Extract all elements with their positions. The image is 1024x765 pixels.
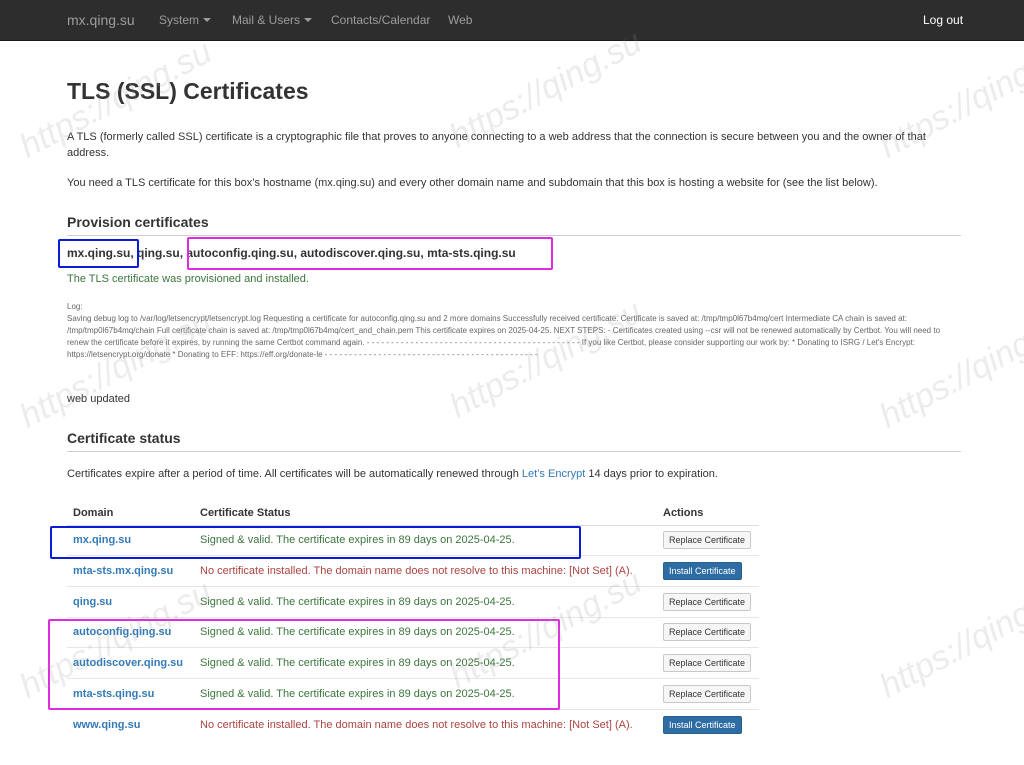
actions-cell: Replace Certificate [657,677,759,710]
hostname-paragraph: You need a TLS certificate for this box’… [67,177,878,189]
certificate-status: Signed & valid. The certificate expires … [194,616,657,648]
table-row: mta-sts.mx.qing.su No certificate instal… [67,555,759,587]
replace-certificate-button[interactable]: Replace Certificate [663,592,752,611]
domain-link[interactable]: qing.su [67,585,194,618]
list-separator: , [130,246,138,260]
certificate-table: Domain Certificate Status Actions mx.qin… [67,501,759,740]
certificate-status: No certificate installed. The domain nam… [194,708,657,740]
nav-contacts-calendar[interactable]: Contacts/Calendar [331,13,430,27]
renewal-description-text: 14 days prior to expiration. [585,468,718,480]
provision-domain: qing.su [137,246,180,260]
page-title: TLS (SSL) Certificates [67,78,309,104]
provision-domain: mx.qing.su [67,246,131,260]
provision-domain-list: mx.qing.su, qing.su, autoconfig.qing.su,… [67,246,516,260]
actions-cell: Install Certificate [657,708,759,740]
replace-certificate-button[interactable]: Replace Certificate [663,531,752,550]
install-certificate-button[interactable]: Install Certificate [663,715,742,734]
provision-domain: autodiscover.qing.su [300,246,421,260]
column-header-domain: Domain [67,501,194,526]
domain-link[interactable]: www.qing.su [67,708,194,740]
renewal-description-text: Certificates expire after a period of ti… [67,468,522,480]
nav-web[interactable]: Web [448,13,472,27]
table-header-row: Domain Certificate Status Actions [67,501,759,526]
provision-heading: Provision certificates [67,214,961,236]
chevron-down-icon [203,18,212,22]
brand-link[interactable]: mx.qing.su [67,12,135,28]
install-certificate-button[interactable]: Install Certificate [663,562,742,581]
table-row: qing.su Signed & valid. The certificate … [67,585,759,618]
actions-cell: Replace Certificate [657,585,759,618]
actions-cell: Replace Certificate [657,647,759,679]
table-row: www.qing.su No certificate installed. Th… [67,708,759,740]
certificate-status: No certificate installed. The domain nam… [194,555,657,587]
domain-link[interactable]: autodiscover.qing.su [67,647,194,679]
chevron-down-icon [304,18,313,22]
nav-system-menu[interactable]: System [159,13,212,27]
logout-link[interactable]: Log out [923,13,963,27]
renewal-description: Certificates expire after a period of ti… [67,466,962,482]
table-row: mta-sts.qing.su Signed & valid. The cert… [67,677,759,710]
certificate-status: Signed & valid. The certificate expires … [194,647,657,679]
nav-mail-users-menu[interactable]: Mail & Users [232,13,313,27]
lets-encrypt-link[interactable]: Let’s Encrypt [522,468,585,480]
table-row: autoconfig.qing.su Signed & valid. The c… [67,616,759,648]
top-navbar: mx.qing.su System Mail & Users Contacts/… [0,0,1024,41]
provision-domain: autoconfig.qing.su [186,246,294,260]
actions-cell: Replace Certificate [657,616,759,648]
certificate-status-heading: Certificate status [67,430,961,452]
table-row: mx.qing.su Signed & valid. The certifica… [67,524,759,556]
log-label: Log: [67,302,83,311]
provision-domain: mta-sts.qing.su [427,246,516,260]
certificate-status: Signed & valid. The certificate expires … [194,677,657,710]
domain-link[interactable]: mta-sts.mx.qing.su [67,555,194,587]
domain-link[interactable]: mta-sts.qing.su [67,677,194,710]
intro-paragraph: A TLS (formerly called SSL) certificate … [67,131,926,159]
nav-system-label: System [159,13,200,27]
web-updated-message: web updated [67,393,130,405]
domain-link[interactable]: mx.qing.su [67,524,194,556]
domain-link[interactable]: autoconfig.qing.su [67,616,194,648]
actions-cell: Replace Certificate [657,524,759,556]
certificate-status: Signed & valid. The certificate expires … [194,524,657,556]
table-row: autodiscover.qing.su Signed & valid. The… [67,647,759,679]
actions-cell: Install Certificate [657,555,759,587]
replace-certificate-button[interactable]: Replace Certificate [663,654,752,673]
column-header-actions: Actions [657,501,759,526]
certificate-status: Signed & valid. The certificate expires … [194,585,657,618]
column-header-status: Certificate Status [194,501,657,526]
replace-certificate-button[interactable]: Replace Certificate [663,684,752,703]
nav-mail-users-label: Mail & Users [232,13,301,27]
certbot-log-output: Saving debug log to /var/log/letsencrypt… [67,314,941,359]
replace-certificate-button[interactable]: Replace Certificate [663,623,752,642]
watermark: https://qing.su [873,572,1024,706]
provision-success-message: The TLS certificate was provisioned and … [67,273,309,285]
